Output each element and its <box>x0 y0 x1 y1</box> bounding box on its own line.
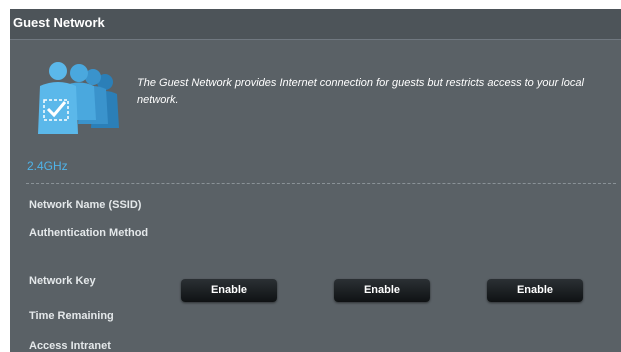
guest-users-icon <box>38 62 119 134</box>
band-divider <box>26 183 616 184</box>
enable-button-2[interactable]: Enable <box>334 279 430 302</box>
enable-button-3[interactable]: Enable <box>487 279 583 302</box>
band-label: 2.4GHz <box>27 159 68 173</box>
access-intranet-label: Access Intranet <box>29 340 111 352</box>
guest-network-description: The Guest Network provides Internet conn… <box>137 77 584 106</box>
title-bar: Guest Network <box>10 9 621 39</box>
network-key-label: Network Key <box>29 275 96 287</box>
title-divider <box>10 39 621 40</box>
page-title: Guest Network <box>13 15 105 30</box>
enable-button-1[interactable]: Enable <box>181 279 277 302</box>
guest-network-panel: Guest Network The Guest Network provides… <box>10 9 621 352</box>
network-name-label: Network Name (SSID) <box>29 199 142 211</box>
authentication-method-label: Authentication Method <box>29 227 149 239</box>
time-remaining-label: Time Remaining <box>29 310 114 322</box>
